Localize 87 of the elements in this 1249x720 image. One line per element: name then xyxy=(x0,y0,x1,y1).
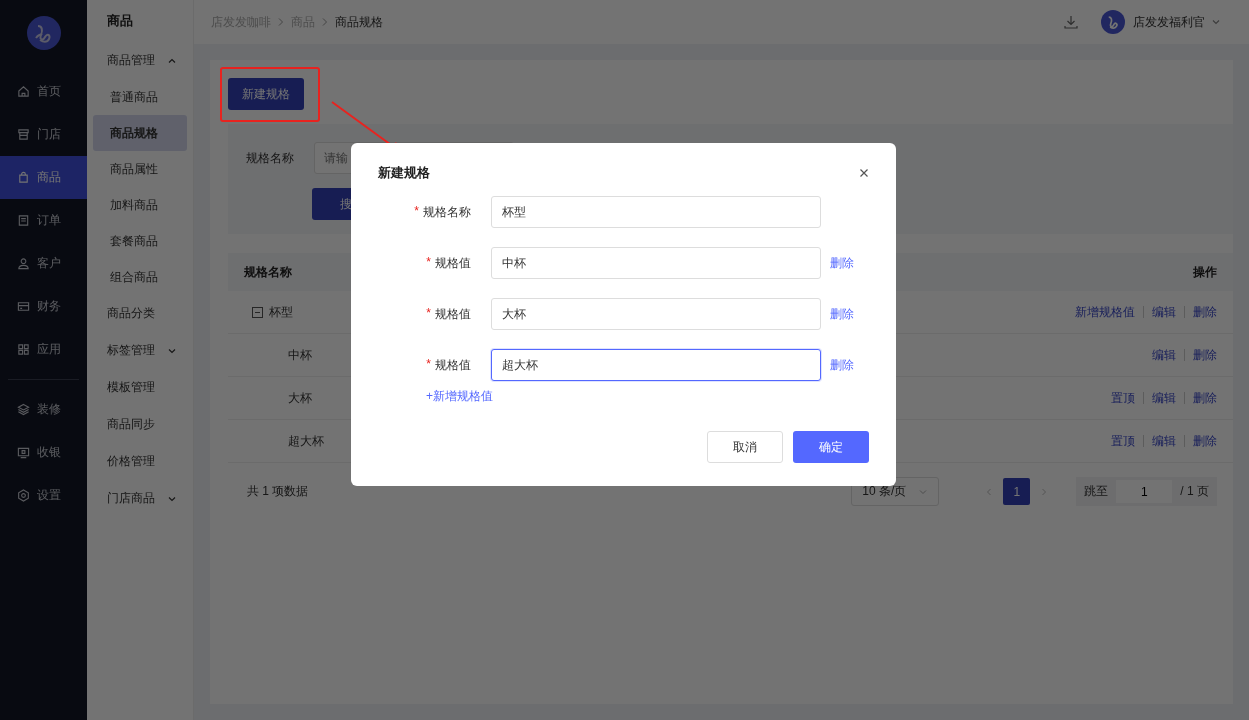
delete-link[interactable]: 删除 xyxy=(830,254,854,272)
jump-label: 跳至 xyxy=(1084,483,1109,500)
action-link[interactable]: 编辑 xyxy=(1152,303,1176,321)
layers-icon xyxy=(17,403,30,416)
submenu-item[interactable]: 组合商品 xyxy=(93,259,187,295)
nav-item[interactable]: 应用 xyxy=(0,328,87,371)
action-link[interactable]: 编辑 xyxy=(1152,346,1176,364)
nav-item[interactable]: 订单 xyxy=(0,199,87,242)
nav-item[interactable]: 客户 xyxy=(0,242,87,285)
action-link[interactable]: 置顶 xyxy=(1111,389,1135,407)
action-link[interactable]: 删除 xyxy=(1193,389,1217,407)
page-button[interactable]: 1 xyxy=(1003,478,1031,505)
breadcrumb-item: 商品规格 xyxy=(335,13,383,31)
nav-item[interactable]: 设置 xyxy=(0,474,87,517)
submenu-item[interactable]: 商品分类 xyxy=(93,295,187,332)
submenu-item[interactable]: 商品规格 xyxy=(93,115,187,151)
settings-icon xyxy=(17,489,30,502)
delete-link[interactable]: 删除 xyxy=(830,356,854,374)
card-icon xyxy=(17,300,30,313)
new-spec-button[interactable]: 新建规格 xyxy=(228,78,304,110)
nav-item[interactable]: 商品 xyxy=(0,156,87,199)
user-name[interactable]: 店发发福利官 xyxy=(1133,13,1205,31)
submenu-item[interactable]: 模板管理 xyxy=(93,369,187,406)
required-mark: * xyxy=(426,254,431,271)
delete-link[interactable]: 删除 xyxy=(830,305,854,323)
monitor-icon xyxy=(17,446,30,459)
logo-icon xyxy=(26,16,61,50)
submenu-item[interactable]: 价格管理 xyxy=(93,443,187,480)
total-count: 共 1 项数据 xyxy=(247,483,310,500)
collapse-icon[interactable] xyxy=(252,306,263,318)
table-cell: 大杯 xyxy=(288,389,312,407)
column-header: 规格名称 xyxy=(244,263,292,281)
action-link[interactable]: 新增规格值 xyxy=(1075,303,1135,321)
action-link[interactable]: 删除 xyxy=(1193,346,1217,364)
nav-item[interactable]: 财务 xyxy=(0,285,87,328)
document-icon xyxy=(17,214,30,227)
avatar-icon[interactable] xyxy=(1101,10,1125,34)
required-mark: * xyxy=(414,203,419,220)
chevron-icon[interactable] xyxy=(1211,17,1221,27)
chevron-icon xyxy=(321,17,329,27)
table-cell: 超大杯 xyxy=(288,432,324,450)
submenu-item[interactable]: 套餐商品 xyxy=(93,223,187,259)
download-icon[interactable] xyxy=(1063,14,1079,30)
user-icon xyxy=(17,257,30,270)
store-icon xyxy=(17,128,30,141)
field-label: 规格名称 xyxy=(246,149,294,167)
submenu-item[interactable]: 加料商品 xyxy=(93,187,187,223)
action-link[interactable]: 删除 xyxy=(1193,432,1217,450)
required-mark: * xyxy=(426,356,431,373)
grid-icon xyxy=(17,343,30,356)
bag-icon xyxy=(17,171,30,184)
submenu-item[interactable]: 商品同步 xyxy=(93,406,187,443)
add-value-link[interactable]: +新增规格值 xyxy=(426,389,493,403)
submenu-item[interactable]: 门店商品 xyxy=(93,480,187,517)
action-link[interactable]: 编辑 xyxy=(1152,432,1176,450)
action-link[interactable]: 编辑 xyxy=(1152,389,1176,407)
field-label: 规格值 xyxy=(435,254,471,272)
nav-item[interactable]: 收银 xyxy=(0,431,87,474)
dialog-title: 新建规格 xyxy=(378,164,430,182)
required-mark: * xyxy=(426,305,431,322)
cancel-button[interactable]: 取消 xyxy=(707,431,783,463)
action-link[interactable]: 置顶 xyxy=(1111,432,1135,450)
nav-item[interactable]: 装修 xyxy=(0,388,87,431)
text-field[interactable]: 超大杯 xyxy=(491,349,821,381)
table-cell: 中杯 xyxy=(288,346,312,364)
text-field[interactable]: 杯型 xyxy=(491,196,821,228)
submenu-item[interactable]: 标签管理 xyxy=(93,332,187,369)
submenu-item[interactable]: 商品属性 xyxy=(93,151,187,187)
confirm-button[interactable]: 确定 xyxy=(793,431,869,463)
submenu-item[interactable]: 商品管理 xyxy=(93,42,187,79)
field-label: 规格值 xyxy=(435,356,471,374)
column-header: 操作 xyxy=(1193,263,1217,281)
text-field[interactable]: 中杯 xyxy=(491,247,821,279)
close-icon[interactable] xyxy=(859,168,869,178)
action-link[interactable]: 删除 xyxy=(1193,303,1217,321)
nav-item[interactable]: 首页 xyxy=(0,70,87,113)
field-label: 规格名称 xyxy=(423,203,471,221)
chevron-icon xyxy=(277,17,285,27)
page-count: / 1 页 xyxy=(1180,483,1209,500)
home-icon xyxy=(17,85,30,98)
table-cell: 杯型 xyxy=(269,303,293,321)
field-label: 规格值 xyxy=(435,305,471,323)
page-input[interactable]: 1 xyxy=(1116,480,1173,503)
nav-item[interactable]: 门店 xyxy=(0,113,87,156)
submenu-item[interactable]: 普通商品 xyxy=(93,79,187,115)
text-field[interactable]: 大杯 xyxy=(491,298,821,330)
submenu-title: 商品 xyxy=(106,12,134,30)
